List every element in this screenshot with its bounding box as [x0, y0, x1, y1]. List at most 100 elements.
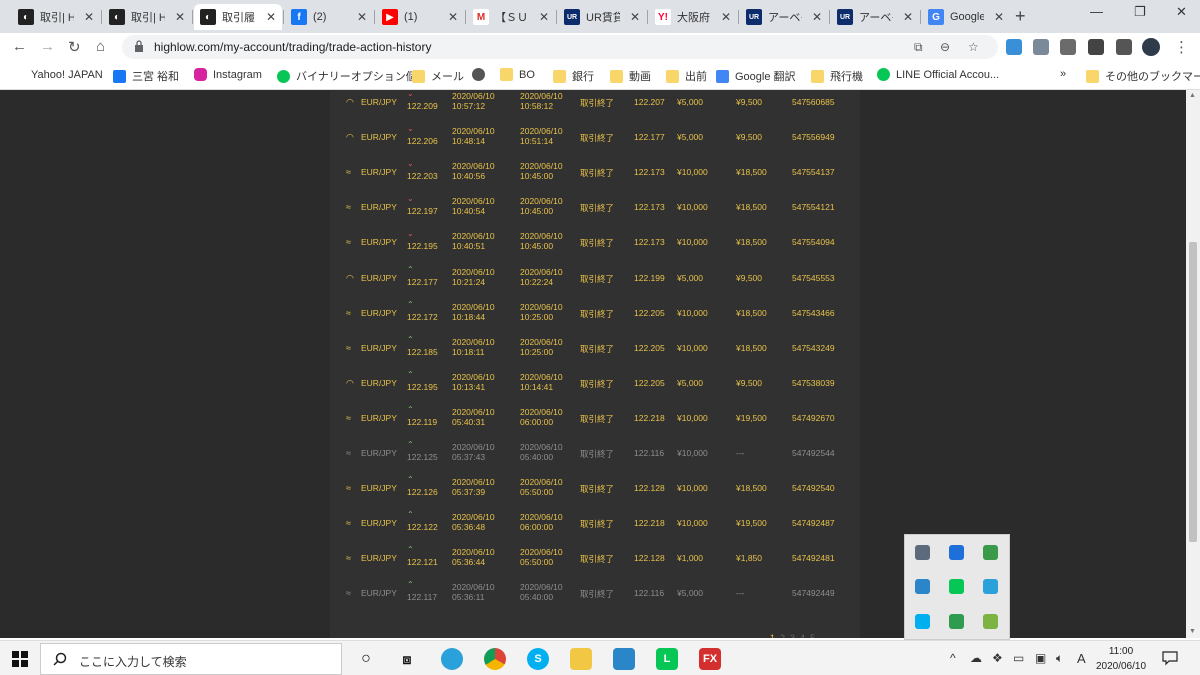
cortana-icon[interactable]: ○	[355, 648, 377, 670]
trade-row[interactable]: ≈ EUR/JPY ⌄ 122.203 2020/06/10 10:40:56 2020/0…	[330, 159, 860, 196]
bookmark-4[interactable]: バイナリーオプション個...	[277, 68, 426, 84]
taskbar-search-field[interactable]: ここに入力して検索	[40, 643, 342, 675]
bookmark-13[interactable]: LINE Official Accou...	[877, 68, 999, 81]
tab-close-icon[interactable]: ✕	[721, 10, 731, 24]
battery-icon[interactable]: ▭	[1013, 651, 1024, 665]
browser-tab-6[interactable]: M 【ＳＵ ✕	[467, 4, 555, 30]
skype-tray-icon[interactable]	[915, 614, 930, 629]
extension-puzzle-icon[interactable]: ⧉	[914, 40, 923, 55]
tab-close-icon[interactable]: ✕	[812, 10, 822, 24]
browser-tab-4[interactable]: f (2) ✕	[285, 4, 373, 30]
trade-row[interactable]: ≈ EUR/JPY ⌃ 122.126 2020/06/10 05:37:39 2020/0…	[330, 475, 860, 512]
browser-tab-11[interactable]: G Google ✕	[922, 4, 1010, 30]
bookmark-3[interactable]: Instagram	[194, 68, 262, 81]
tab-close-icon[interactable]: ✕	[539, 10, 549, 24]
trade-row[interactable]: ≈ EUR/JPY ⌃ 122.185 2020/06/10 10:18:11 2020/0…	[330, 335, 860, 372]
task-view-icon[interactable]: ⧈	[396, 648, 418, 670]
trade-row[interactable]: ≈ EUR/JPY ⌃ 122.122 2020/06/10 05:36:48 2020/0…	[330, 510, 860, 547]
reading-list-icon[interactable]	[1116, 39, 1132, 55]
bookmark-11[interactable]: Google 翻訳	[716, 68, 796, 84]
page-link[interactable]: 3	[790, 633, 795, 638]
url-field[interactable]: highlow.com/my-account/trading/trade-act…	[122, 35, 998, 59]
zoom-icon[interactable]: ⊖	[940, 40, 950, 54]
ime-indicator[interactable]: A	[1077, 651, 1086, 666]
reload-button[interactable]: ↻	[68, 38, 81, 56]
browser-tab-2[interactable]: ◐ 取引| H ✕	[103, 4, 191, 30]
trade-row[interactable]: ≈ EUR/JPY ⌄ 122.195 2020/06/10 10:40:51 2020/0…	[330, 229, 860, 266]
browser-tab-8[interactable]: Y! 大阪府 ✕	[649, 4, 737, 30]
browser-tab-9[interactable]: UR アーベイ ✕	[740, 4, 828, 30]
trade-row[interactable]: ≈ EUR/JPY ⌃ 122.119 2020/06/10 05:40:31 2020/0…	[330, 405, 860, 442]
browser-tab-3[interactable]: ◐ 取引履 ✕	[194, 4, 282, 30]
extensions-icon[interactable]	[1088, 39, 1104, 55]
bookmark-6[interactable]	[472, 68, 491, 81]
onedrive-extension-icon[interactable]	[1006, 39, 1022, 55]
notification-center-icon[interactable]	[1162, 650, 1178, 666]
scroll-up-icon[interactable]: ▲	[1189, 92, 1196, 99]
trade-row[interactable]: ≈ EUR/JPY ⌃ 122.117 2020/06/10 05:36:11 2020/0…	[330, 580, 860, 617]
bookmarks-more-button[interactable]: »	[1060, 68, 1066, 80]
telegram-tray-icon[interactable]	[983, 579, 998, 594]
minimize-button[interactable]: —	[1090, 4, 1103, 19]
tab-close-icon[interactable]: ✕	[448, 10, 458, 24]
other-bookmarks-folder[interactable]: その他のブックマーク	[1086, 68, 1200, 84]
tab-close-icon[interactable]: ✕	[357, 10, 367, 24]
scrollbar-thumb[interactable]	[1189, 242, 1197, 542]
network-icon[interactable]: ▣	[1035, 651, 1046, 665]
trade-row[interactable]: ◠ EUR/JPY ⌄ 122.206 2020/06/10 10:48:14 2020/0…	[330, 124, 860, 161]
page-link[interactable]: 2	[780, 633, 785, 638]
trade-row[interactable]: ◠ EUR/JPY ⌄ 122.209 2020/06/10 10:57:12 2020/0…	[330, 90, 860, 126]
tab-close-icon[interactable]: ✕	[84, 10, 94, 24]
bluetooth-tray-icon[interactable]	[949, 545, 964, 560]
home-button[interactable]: ⌂	[96, 38, 105, 55]
tab-close-icon[interactable]: ✕	[630, 10, 640, 24]
page-link[interactable]: 5	[810, 633, 815, 638]
page-link[interactable]: 4	[800, 633, 805, 638]
bookmark-1[interactable]: Yahoo! JAPAN	[12, 68, 103, 81]
line-tray-icon[interactable]	[949, 579, 964, 594]
onedrive-icon[interactable]: ☁	[970, 651, 982, 665]
bookmark-5[interactable]: メール	[412, 68, 464, 84]
chat-extension-icon[interactable]	[1060, 39, 1076, 55]
bookmark-2[interactable]: 三宮 裕和	[113, 68, 179, 84]
trade-row[interactable]: ≈ EUR/JPY ⌃ 122.125 2020/06/10 05:37:43 2020/0…	[330, 440, 860, 477]
display-tray-icon[interactable]	[915, 545, 930, 560]
back-button[interactable]: ←	[12, 38, 27, 55]
browser-tab-7[interactable]: UR UR賃貸 ✕	[558, 4, 646, 30]
trade-row[interactable]: ≈ EUR/JPY ⌃ 122.172 2020/06/10 10:18:44 2020/0…	[330, 300, 860, 337]
line-taskbar-icon[interactable]: L	[656, 648, 678, 670]
browser-tab-5[interactable]: ▶ (1) ✕	[376, 4, 464, 30]
new-tab-button[interactable]: +	[1015, 6, 1026, 27]
close-window-button[interactable]: ✕	[1176, 4, 1187, 20]
trade-row[interactable]: ≈ EUR/JPY ⌃ 122.121 2020/06/10 05:36:44 2020/0…	[330, 545, 860, 582]
check-tray-icon[interactable]	[983, 614, 998, 629]
app-tray-icon[interactable]	[915, 579, 930, 594]
dropbox-extension-icon[interactable]	[1033, 39, 1049, 55]
chrome-taskbar-icon[interactable]	[484, 648, 506, 670]
security-tray-icon[interactable]	[983, 545, 998, 560]
forward-button[interactable]: →	[40, 38, 55, 55]
browser-tab-1[interactable]: ◐ 取引| H ✕	[12, 4, 100, 30]
trade-row[interactable]: ◠ EUR/JPY ⌃ 122.195 2020/06/10 10:13:41 2020/0…	[330, 370, 860, 407]
bookmark-12[interactable]: 飛行機	[811, 68, 863, 84]
browser-tab-10[interactable]: UR アーベイ ✕	[831, 4, 919, 30]
profile-avatar[interactable]	[1142, 38, 1160, 56]
fx-taskbar-icon[interactable]: FX	[699, 648, 721, 670]
page-link[interactable]: 1	[770, 633, 775, 638]
tab-close-icon[interactable]: ✕	[266, 10, 276, 24]
telegram-taskbar-icon[interactable]	[441, 648, 463, 670]
bookmark-star-icon[interactable]: ☆	[968, 40, 979, 54]
file-explorer-taskbar-icon[interactable]	[570, 648, 592, 670]
windows-start-icon[interactable]	[12, 651, 28, 667]
app-taskbar-icon[interactable]	[613, 648, 635, 670]
bookmark-10[interactable]: 出前	[666, 68, 707, 84]
tab-close-icon[interactable]: ✕	[903, 10, 913, 24]
bookmark-7[interactable]: BO	[500, 68, 535, 81]
bookmark-8[interactable]: 銀行	[553, 68, 594, 84]
tab-close-icon[interactable]: ✕	[175, 10, 185, 24]
trade-row[interactable]: ≈ EUR/JPY ⌄ 122.197 2020/06/10 10:40:54 2020/0…	[330, 194, 860, 231]
bookmark-9[interactable]: 動画	[610, 68, 651, 84]
trade-row[interactable]: ◠ EUR/JPY ⌃ 122.177 2020/06/10 10:21:24 2020/0…	[330, 265, 860, 302]
tab-close-icon[interactable]: ✕	[994, 10, 1004, 24]
maximize-button[interactable]: ❐	[1134, 4, 1146, 20]
